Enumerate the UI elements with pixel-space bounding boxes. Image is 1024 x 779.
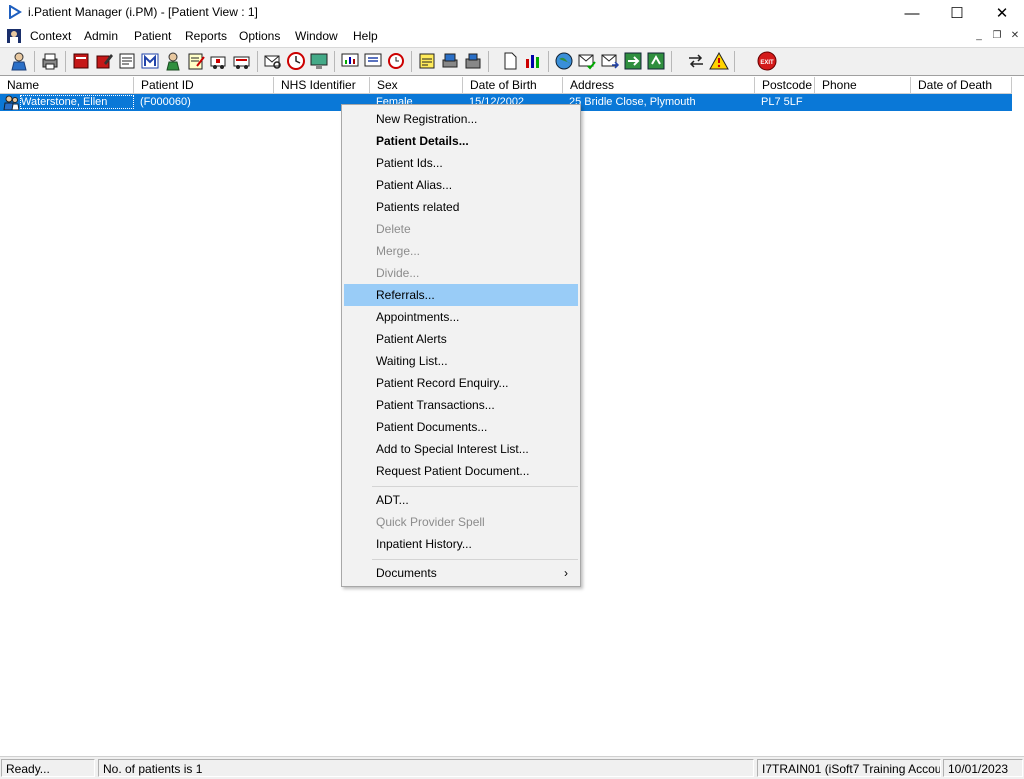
fax-icon[interactable] [463, 51, 483, 71]
patient-context-menu: New Registration... Patient Details... P… [341, 104, 581, 587]
menu-item-patient-transactions[interactable]: Patient Transactions... [344, 394, 578, 416]
screen-list-icon[interactable] [363, 51, 383, 71]
mdi-restore-button[interactable]: ❐ [990, 30, 1004, 43]
menu-item-patient-documents[interactable]: Patient Documents... [344, 416, 578, 438]
clock-icon[interactable] [286, 51, 306, 71]
window-title: i.Patient Manager (i.PM) - [Patient View… [28, 5, 258, 19]
bar-chart-icon[interactable] [523, 51, 543, 71]
menu-item-waiting-list[interactable]: Waiting List... [344, 350, 578, 372]
menu-item-patient-ids[interactable]: Patient Ids... [344, 152, 578, 174]
menu-item-appointments[interactable]: Appointments... [344, 306, 578, 328]
account-info: I7TRAIN01 (iSoft7 Training Account) [757, 759, 941, 777]
menu-admin[interactable]: Admin [84, 29, 118, 43]
patient-list-header: Name Patient ID NHS Identifier Sex Date … [0, 77, 1012, 94]
globe-icon[interactable] [554, 51, 574, 71]
column-header-postcode[interactable]: Postcode [755, 77, 815, 93]
warning-icon[interactable] [709, 51, 729, 71]
menu-item-quick-provider-spell: Quick Provider Spell [376, 515, 485, 529]
menu-item-patient-details[interactable]: Patient Details... [344, 130, 578, 152]
blank-document-icon[interactable] [500, 51, 520, 71]
column-header-nhs-identifier[interactable]: NHS Identifier [274, 77, 370, 93]
menu-context[interactable]: Context [30, 29, 71, 43]
menu-item-divide: Divide... [376, 266, 420, 280]
menu-item-delete: Delete [376, 222, 411, 236]
menu-item-documents[interactable]: Documents › [344, 562, 578, 584]
menu-separator [372, 486, 578, 487]
patient-count: No. of patients is 1 [98, 759, 754, 777]
column-header-patient-id[interactable]: Patient ID [134, 77, 274, 93]
cell-name: Waterstone, Ellen [21, 96, 108, 108]
close-button[interactable]: ✕ [979, 0, 1024, 26]
green-refresh-icon[interactable] [646, 51, 666, 71]
person-green-icon[interactable] [163, 51, 183, 71]
patient-person-icon [3, 95, 19, 110]
menu-patient[interactable]: Patient [134, 29, 171, 43]
menu-item-patient-alerts[interactable]: Patient Alerts [344, 328, 578, 350]
swap-arrows-icon[interactable] [686, 51, 706, 71]
cell-address: 25 Bridle Close, Plymouth [569, 96, 696, 108]
submenu-arrow-icon: › [564, 566, 568, 580]
menu-item-request-patient-document[interactable]: Request Patient Document... [344, 460, 578, 482]
menu-item-adt[interactable]: ADT... [344, 489, 578, 511]
envelope-search-icon[interactable] [263, 51, 283, 71]
title-bar: i.Patient Manager (i.PM) - [Patient View… [0, 0, 1024, 26]
menu-item-documents-label: Documents [376, 566, 437, 580]
toolbar: EXIT [0, 47, 1024, 76]
menu-item-inpatient-history[interactable]: Inpatient History... [344, 533, 578, 555]
cell-patient-id: (F000060) [140, 96, 191, 108]
ambulance-icon[interactable] [209, 51, 229, 71]
column-header-sex[interactable]: Sex [370, 77, 463, 93]
menu-window[interactable]: Window [295, 29, 338, 43]
clock-arrow-icon[interactable] [386, 51, 406, 71]
maximize-button[interactable]: ☐ [934, 0, 980, 26]
status-text: Ready... [1, 759, 95, 777]
menu-item-referrals[interactable]: Referrals... [344, 284, 578, 306]
note-yellow-icon[interactable] [417, 51, 437, 71]
mail-arrow-icon[interactable] [600, 51, 620, 71]
menu-item-patients-related[interactable]: Patients related [344, 196, 578, 218]
minimize-button[interactable]: — [889, 0, 935, 26]
column-header-phone[interactable]: Phone [815, 77, 911, 93]
menu-separator [372, 559, 578, 560]
column-header-date-of-death[interactable]: Date of Death [911, 77, 1012, 93]
red-book-icon[interactable] [71, 51, 91, 71]
mail-check-icon[interactable] [577, 51, 597, 71]
book-edit-icon[interactable] [94, 51, 114, 71]
print-preview-icon[interactable] [440, 51, 460, 71]
patient-doctor-icon[interactable] [9, 51, 29, 71]
mail-m-icon[interactable] [140, 51, 160, 71]
column-header-date-of-birth[interactable]: Date of Birth [463, 77, 563, 93]
green-arrow-icon[interactable] [623, 51, 643, 71]
menu-item-patient-record-enquiry[interactable]: Patient Record Enquiry... [344, 372, 578, 394]
menu-bar: Context Admin Patient Reports Options Wi… [0, 26, 1024, 46]
mdi-close-button[interactable]: ✕ [1008, 30, 1022, 43]
column-header-address[interactable]: Address [563, 77, 755, 93]
printer-icon[interactable] [40, 51, 60, 71]
monitor-icon[interactable] [309, 51, 329, 71]
cell-postcode: PL7 5LF [761, 96, 803, 108]
menu-item-add-special-interest-list[interactable]: Add to Special Interest List... [344, 438, 578, 460]
transport-icon[interactable] [232, 51, 252, 71]
screen-chart-icon[interactable] [340, 51, 360, 71]
menu-reports[interactable]: Reports [185, 29, 227, 43]
column-header-name[interactable]: Name [0, 77, 134, 93]
svg-text:EXIT: EXIT [760, 60, 774, 66]
app-play-icon [9, 5, 22, 19]
menu-item-merge: Merge... [376, 244, 421, 258]
document-stack-icon[interactable] [117, 51, 137, 71]
mdi-minimize-button[interactable]: _ [972, 30, 986, 43]
menu-item-new-registration[interactable]: New Registration... [344, 108, 578, 130]
exit-icon[interactable]: EXIT [757, 51, 777, 71]
status-date: 10/01/2023 [943, 759, 1023, 777]
menu-options[interactable]: Options [239, 29, 280, 43]
menu-help[interactable]: Help [353, 29, 378, 43]
menu-item-patient-alias[interactable]: Patient Alias... [344, 174, 578, 196]
status-bar: Ready... No. of patients is 1 I7TRAIN01 … [0, 756, 1024, 779]
document-window-icon[interactable] [6, 28, 22, 44]
form-edit-icon[interactable] [186, 51, 206, 71]
